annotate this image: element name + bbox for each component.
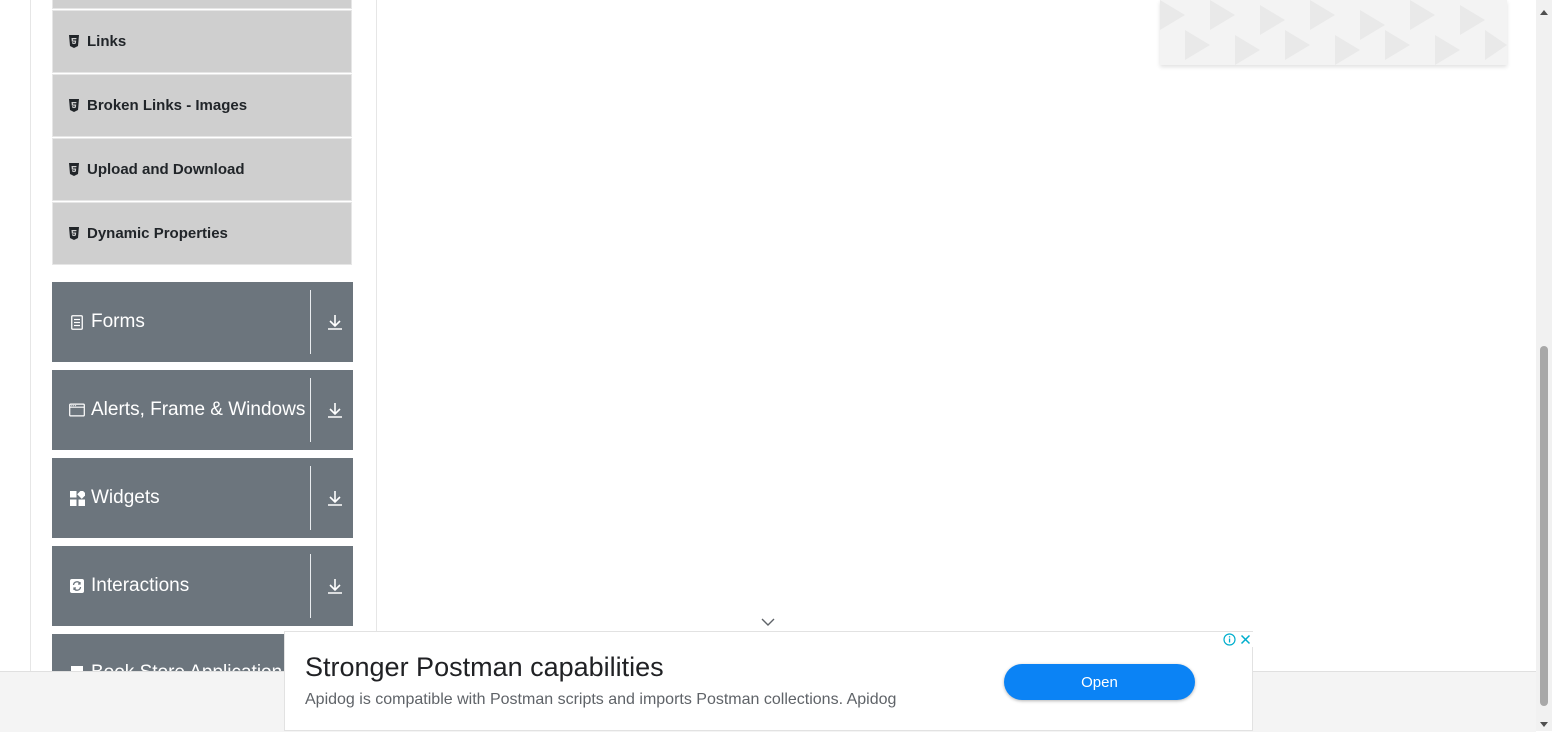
book-icon <box>69 664 85 671</box>
group-label: Book Store Application <box>91 662 282 671</box>
window-icon <box>69 402 85 418</box>
sidebar-item-dynamic-properties[interactable]: Dynamic Properties <box>52 202 352 265</box>
group-separator <box>310 466 311 530</box>
ad-banner[interactable]: Stronger Postman capabilities Apidog is … <box>284 631 1253 731</box>
decorative-pattern <box>1160 0 1507 65</box>
group-label: Alerts, Frame & Windows <box>91 399 306 420</box>
scroll-up-icon[interactable] <box>1540 4 1548 22</box>
sidebar-divider <box>376 0 377 631</box>
scroll-thumb[interactable] <box>1540 346 1548 706</box>
sidebar-item-broken-links[interactable]: Broken Links - Images <box>52 74 352 137</box>
ad-open-button[interactable]: Open <box>1004 664 1195 700</box>
info-icon[interactable] <box>1222 632 1237 647</box>
sidebar-item-label: Dynamic Properties <box>87 225 228 242</box>
group-forms[interactable]: Forms <box>52 282 353 362</box>
ad-title[interactable]: Stronger Postman capabilities <box>305 652 664 683</box>
download-arrow-icon[interactable] <box>326 577 344 595</box>
group-interactions[interactable]: Interactions <box>52 546 353 626</box>
group-label: Interactions <box>91 575 190 596</box>
page-scrollbar[interactable] <box>1536 0 1552 731</box>
group-separator <box>310 378 311 442</box>
sidebar-item-upload-download[interactable]: Upload and Download <box>52 138 352 201</box>
download-arrow-icon[interactable] <box>326 489 344 507</box>
document-icon <box>69 314 85 330</box>
group-alerts-frame-windows[interactable]: Alerts, Frame & Windows <box>52 370 353 450</box>
sidebar-item-label: Upload and Download <box>87 161 245 178</box>
html5-icon <box>67 99 81 113</box>
group-label: Widgets <box>91 487 160 508</box>
scroll-down-icon[interactable] <box>1540 715 1548 733</box>
group-separator <box>310 290 311 354</box>
sidebar-item-label: Links <box>87 33 127 50</box>
group-label: Forms <box>91 311 145 332</box>
sidebar-item-label: Broken Links - Images <box>87 97 248 114</box>
html5-icon <box>67 227 81 241</box>
interactions-icon <box>69 578 85 594</box>
download-arrow-icon[interactable] <box>326 313 344 331</box>
download-arrow-icon[interactable] <box>326 401 344 419</box>
chevron-down-icon[interactable] <box>759 615 777 629</box>
group-widgets[interactable]: Widgets <box>52 458 353 538</box>
group-separator <box>310 554 311 618</box>
html5-icon <box>67 35 81 49</box>
html5-icon <box>67 163 81 177</box>
widgets-icon <box>69 490 85 506</box>
close-icon[interactable] <box>1238 632 1253 647</box>
sidebar-item-partial[interactable] <box>52 0 352 9</box>
sidebar-item-links[interactable]: Links <box>52 10 352 73</box>
ad-description[interactable]: Apidog is compatible with Postman script… <box>305 691 896 709</box>
